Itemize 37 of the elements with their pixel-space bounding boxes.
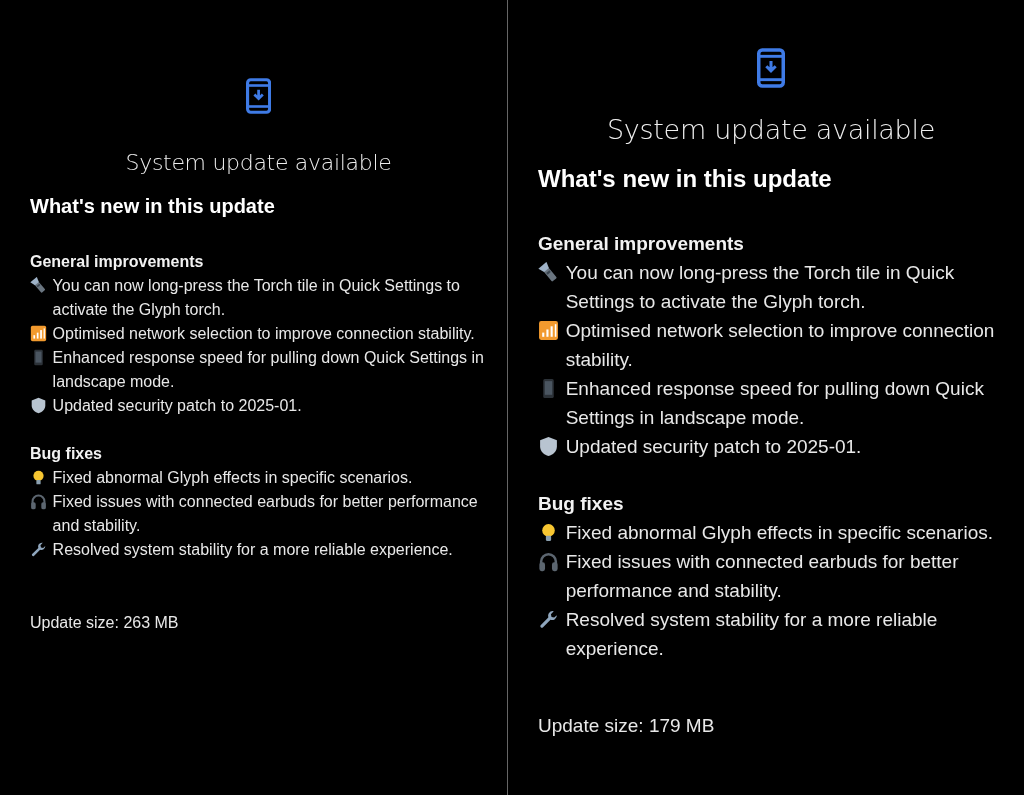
change-note: Optimised network selection to improve connection stability. — [565, 319, 996, 372]
signal-icon — [30, 325, 47, 343]
flashlight-icon — [30, 277, 47, 295]
change-note: Optimised network selection to improve connection stability. — [52, 324, 476, 344]
wrench-icon — [30, 541, 47, 559]
category-title: General improvements — [538, 232, 745, 256]
headphones-icon — [538, 551, 559, 573]
category-title: Bug fixes — [538, 492, 625, 516]
change-note: Resolved system stability for a more reliable experience. — [52, 540, 454, 560]
change-note: Resolved system stability for a more reliable experience. — [565, 608, 939, 661]
phone-download-icon — [245, 78, 272, 114]
change-note: Fixed abnormal Glyph effects in specific scenarios. — [52, 468, 414, 488]
category-title: Bug fixes — [30, 444, 103, 464]
update-size: Update size: 179 MB — [538, 715, 716, 737]
change-note: Fixed issues with connected earbuds for better performance and stability. — [565, 550, 960, 603]
change-note: You can now long-press the Torch tile in Quick Settings to activate the Glyph torch. — [52, 276, 461, 320]
change-note: Enhanced response speed for pulling down Quick Settings in landscape mode. — [52, 348, 485, 392]
update-size: Update size: 263 MB — [30, 614, 180, 632]
section-heading: What's new in this update — [30, 195, 275, 218]
shield-icon — [538, 436, 559, 458]
change-note: Enhanced response speed for pulling down Quick Settings in landscape mode. — [565, 377, 985, 430]
screen-title: System update available — [607, 114, 935, 145]
headphones-icon — [30, 493, 47, 511]
shield-icon — [30, 397, 47, 415]
lightbulb-icon — [30, 469, 47, 487]
change-note: Fixed issues with connected earbuds for better performance and stability. — [52, 492, 479, 536]
wrench-icon — [538, 609, 559, 631]
change-note: Updated security patch to 2025-01. — [565, 435, 863, 459]
change-note: Updated security patch to 2025-01. — [52, 396, 303, 416]
phone-download-icon — [757, 48, 785, 88]
flashlight-icon — [538, 262, 559, 284]
screen-title: System update available — [125, 150, 392, 175]
signal-icon — [538, 320, 559, 342]
category-title: General improvements — [30, 252, 205, 272]
change-note: Fixed abnormal Glyph effects in specific scenarios. — [565, 521, 994, 545]
section-heading: What's new in this update — [538, 165, 832, 193]
change-note: You can now long-press the Torch tile in Quick Settings to activate the Glyph torch. — [565, 261, 956, 314]
